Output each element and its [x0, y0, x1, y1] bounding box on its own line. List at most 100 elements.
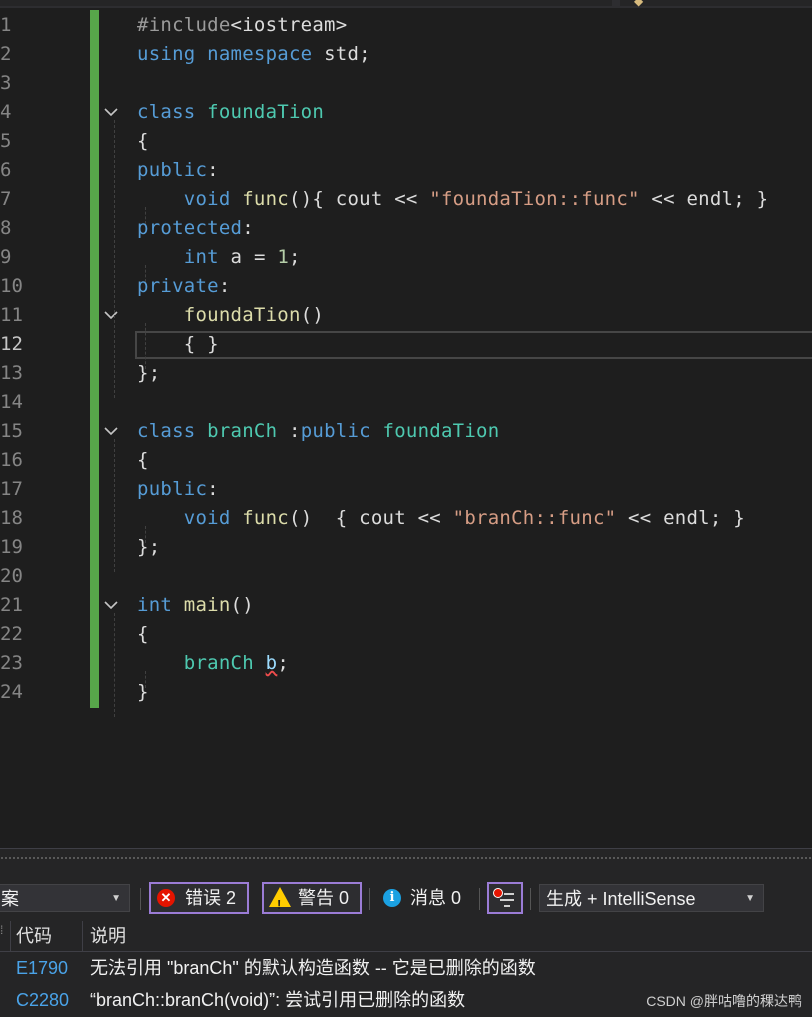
- fold-chevron-icon[interactable]: [103, 417, 119, 446]
- code-token: :: [277, 420, 301, 442]
- scope-dropdown[interactable]: 案 ▼: [0, 884, 130, 912]
- column-header-description[interactable]: 说明: [90, 921, 126, 951]
- code-text: };: [137, 359, 160, 388]
- code-line[interactable]: 9 int a = 1;: [0, 243, 812, 272]
- code-token: ;: [277, 652, 290, 674]
- code-line[interactable]: 17 public:: [0, 475, 812, 504]
- code-token: <<: [405, 507, 453, 529]
- column-header-code[interactable]: 代码: [16, 921, 52, 951]
- code-line[interactable]: 14: [0, 388, 812, 417]
- line-number: 14: [0, 391, 23, 413]
- code-line[interactable]: 13};: [0, 359, 812, 388]
- error-description: “branCh::branCh(void)”: 尝试引用已删除的函数: [90, 990, 466, 1010]
- code-token: endl: [686, 188, 734, 210]
- fold-chevron-icon[interactable]: [103, 98, 119, 127]
- error-row[interactable]: E1790 无法引用 "branCh" 的默认构造函数 -- 它是已删除的函数: [0, 952, 812, 984]
- code-line[interactable]: 22 {: [0, 620, 812, 649]
- code-line[interactable]: 11 foundaTion(): [0, 301, 812, 330]
- code-line[interactable]: 20: [0, 562, 812, 591]
- errors-filter-button[interactable]: ✕ 错误 2: [149, 882, 249, 914]
- document-tab[interactable]: [0, 0, 612, 6]
- code-token: namespace: [207, 43, 313, 65]
- indent-guide: [145, 526, 147, 543]
- code-line[interactable]: 16 {: [0, 446, 812, 475]
- messages-filter-button[interactable]: i 消息 0: [381, 882, 471, 914]
- error-code-link[interactable]: C2280: [16, 984, 69, 1016]
- code-line[interactable]: 24}: [0, 678, 812, 707]
- line-number: 11: [0, 304, 23, 326]
- line-number: 22: [0, 623, 23, 645]
- indent-guide: [145, 671, 147, 688]
- error-list-panel: 案 ▼ ✕ 错误 2 ! 警告 0 i 消息 0 生成 + IntelliSen…: [0, 866, 812, 1017]
- code-text: using namespace std;: [137, 40, 371, 69]
- code-line[interactable]: 3: [0, 69, 812, 98]
- chevron-down-icon: ▼: [111, 893, 121, 904]
- code-text: void func(){ cout << "foundaTion::func" …: [137, 185, 768, 214]
- line-number: 17: [0, 478, 23, 500]
- error-code-link[interactable]: E1790: [16, 952, 68, 984]
- code-token: branCh: [207, 420, 278, 442]
- build-source-value: 生成 + IntelliSense: [546, 889, 696, 909]
- code-line[interactable]: 21 int main(): [0, 591, 812, 620]
- line-number: 15: [0, 420, 23, 442]
- code-token: void: [183, 507, 231, 529]
- nav-bar[interactable]: [620, 0, 812, 6]
- fold-chevron-icon[interactable]: [103, 301, 119, 330]
- code-text: void func() { cout << "branCh::func" << …: [137, 504, 745, 533]
- code-token: #include: [137, 14, 231, 36]
- build-source-dropdown[interactable]: 生成 + IntelliSense ▼: [539, 884, 764, 912]
- code-line[interactable]: 15 class branCh :public foundaTion: [0, 417, 812, 446]
- code-line[interactable]: 23 branCh b;: [0, 649, 812, 678]
- warnings-filter-button[interactable]: ! 警告 0: [262, 882, 362, 914]
- code-token: :: [207, 478, 219, 500]
- code-token: func: [242, 507, 289, 529]
- code-line[interactable]: 6 public:: [0, 156, 812, 185]
- code-token: cout: [335, 188, 383, 210]
- line-number: 1: [0, 14, 12, 36]
- code-token: ; }: [709, 507, 745, 529]
- panel-splitter[interactable]: [0, 848, 812, 867]
- code-line[interactable]: 8 protected:: [0, 214, 812, 243]
- code-token: private: [137, 275, 219, 297]
- code-token: using: [137, 43, 196, 65]
- code-token: public: [137, 159, 208, 181]
- code-editor[interactable]: ◆ 1 #include<iostream> 2 using namespace st…: [0, 0, 812, 848]
- nav-warning-icon: ◆: [634, 0, 644, 8]
- code-token: public: [137, 478, 208, 500]
- code-token: main: [183, 594, 231, 616]
- line-number: 5: [0, 130, 12, 152]
- code-line[interactable]: 10 private:: [0, 272, 812, 301]
- code-text: private:: [137, 272, 231, 301]
- code-token: ;: [359, 43, 371, 65]
- code-text: protected:: [137, 214, 254, 243]
- filter-toggle-button[interactable]: [487, 882, 523, 914]
- code-text: {: [137, 127, 149, 156]
- code-text: class foundaTion: [137, 98, 324, 127]
- error-list-toolbar: 案 ▼ ✕ 错误 2 ! 警告 0 i 消息 0 生成 + IntelliSen…: [0, 880, 812, 920]
- code-token: foundaTion: [207, 101, 325, 123]
- line-number: 20: [0, 565, 23, 587]
- fold-chevron-icon[interactable]: [103, 591, 119, 620]
- line-number: 24: [0, 681, 23, 703]
- code-line[interactable]: 4 class foundaTion: [0, 98, 812, 127]
- code-line[interactable]: 7 void func(){ cout << "foundaTion::func…: [0, 185, 812, 214]
- code-token: std: [324, 43, 360, 65]
- code-token: public: [300, 420, 371, 442]
- code-line[interactable]: 19};: [0, 533, 812, 562]
- line-number: 3: [0, 72, 12, 94]
- code-line[interactable]: 18 void func() { cout << "branCh::func" …: [0, 504, 812, 533]
- code-token: "branCh::func": [452, 507, 617, 529]
- code-text: int a = 1;: [137, 243, 301, 272]
- code-token: <<: [639, 188, 687, 210]
- code-line[interactable]: 2 using namespace std;: [0, 40, 812, 69]
- code-line[interactable]: 1 #include<iostream>: [0, 11, 812, 40]
- code-line[interactable]: 5{: [0, 127, 812, 156]
